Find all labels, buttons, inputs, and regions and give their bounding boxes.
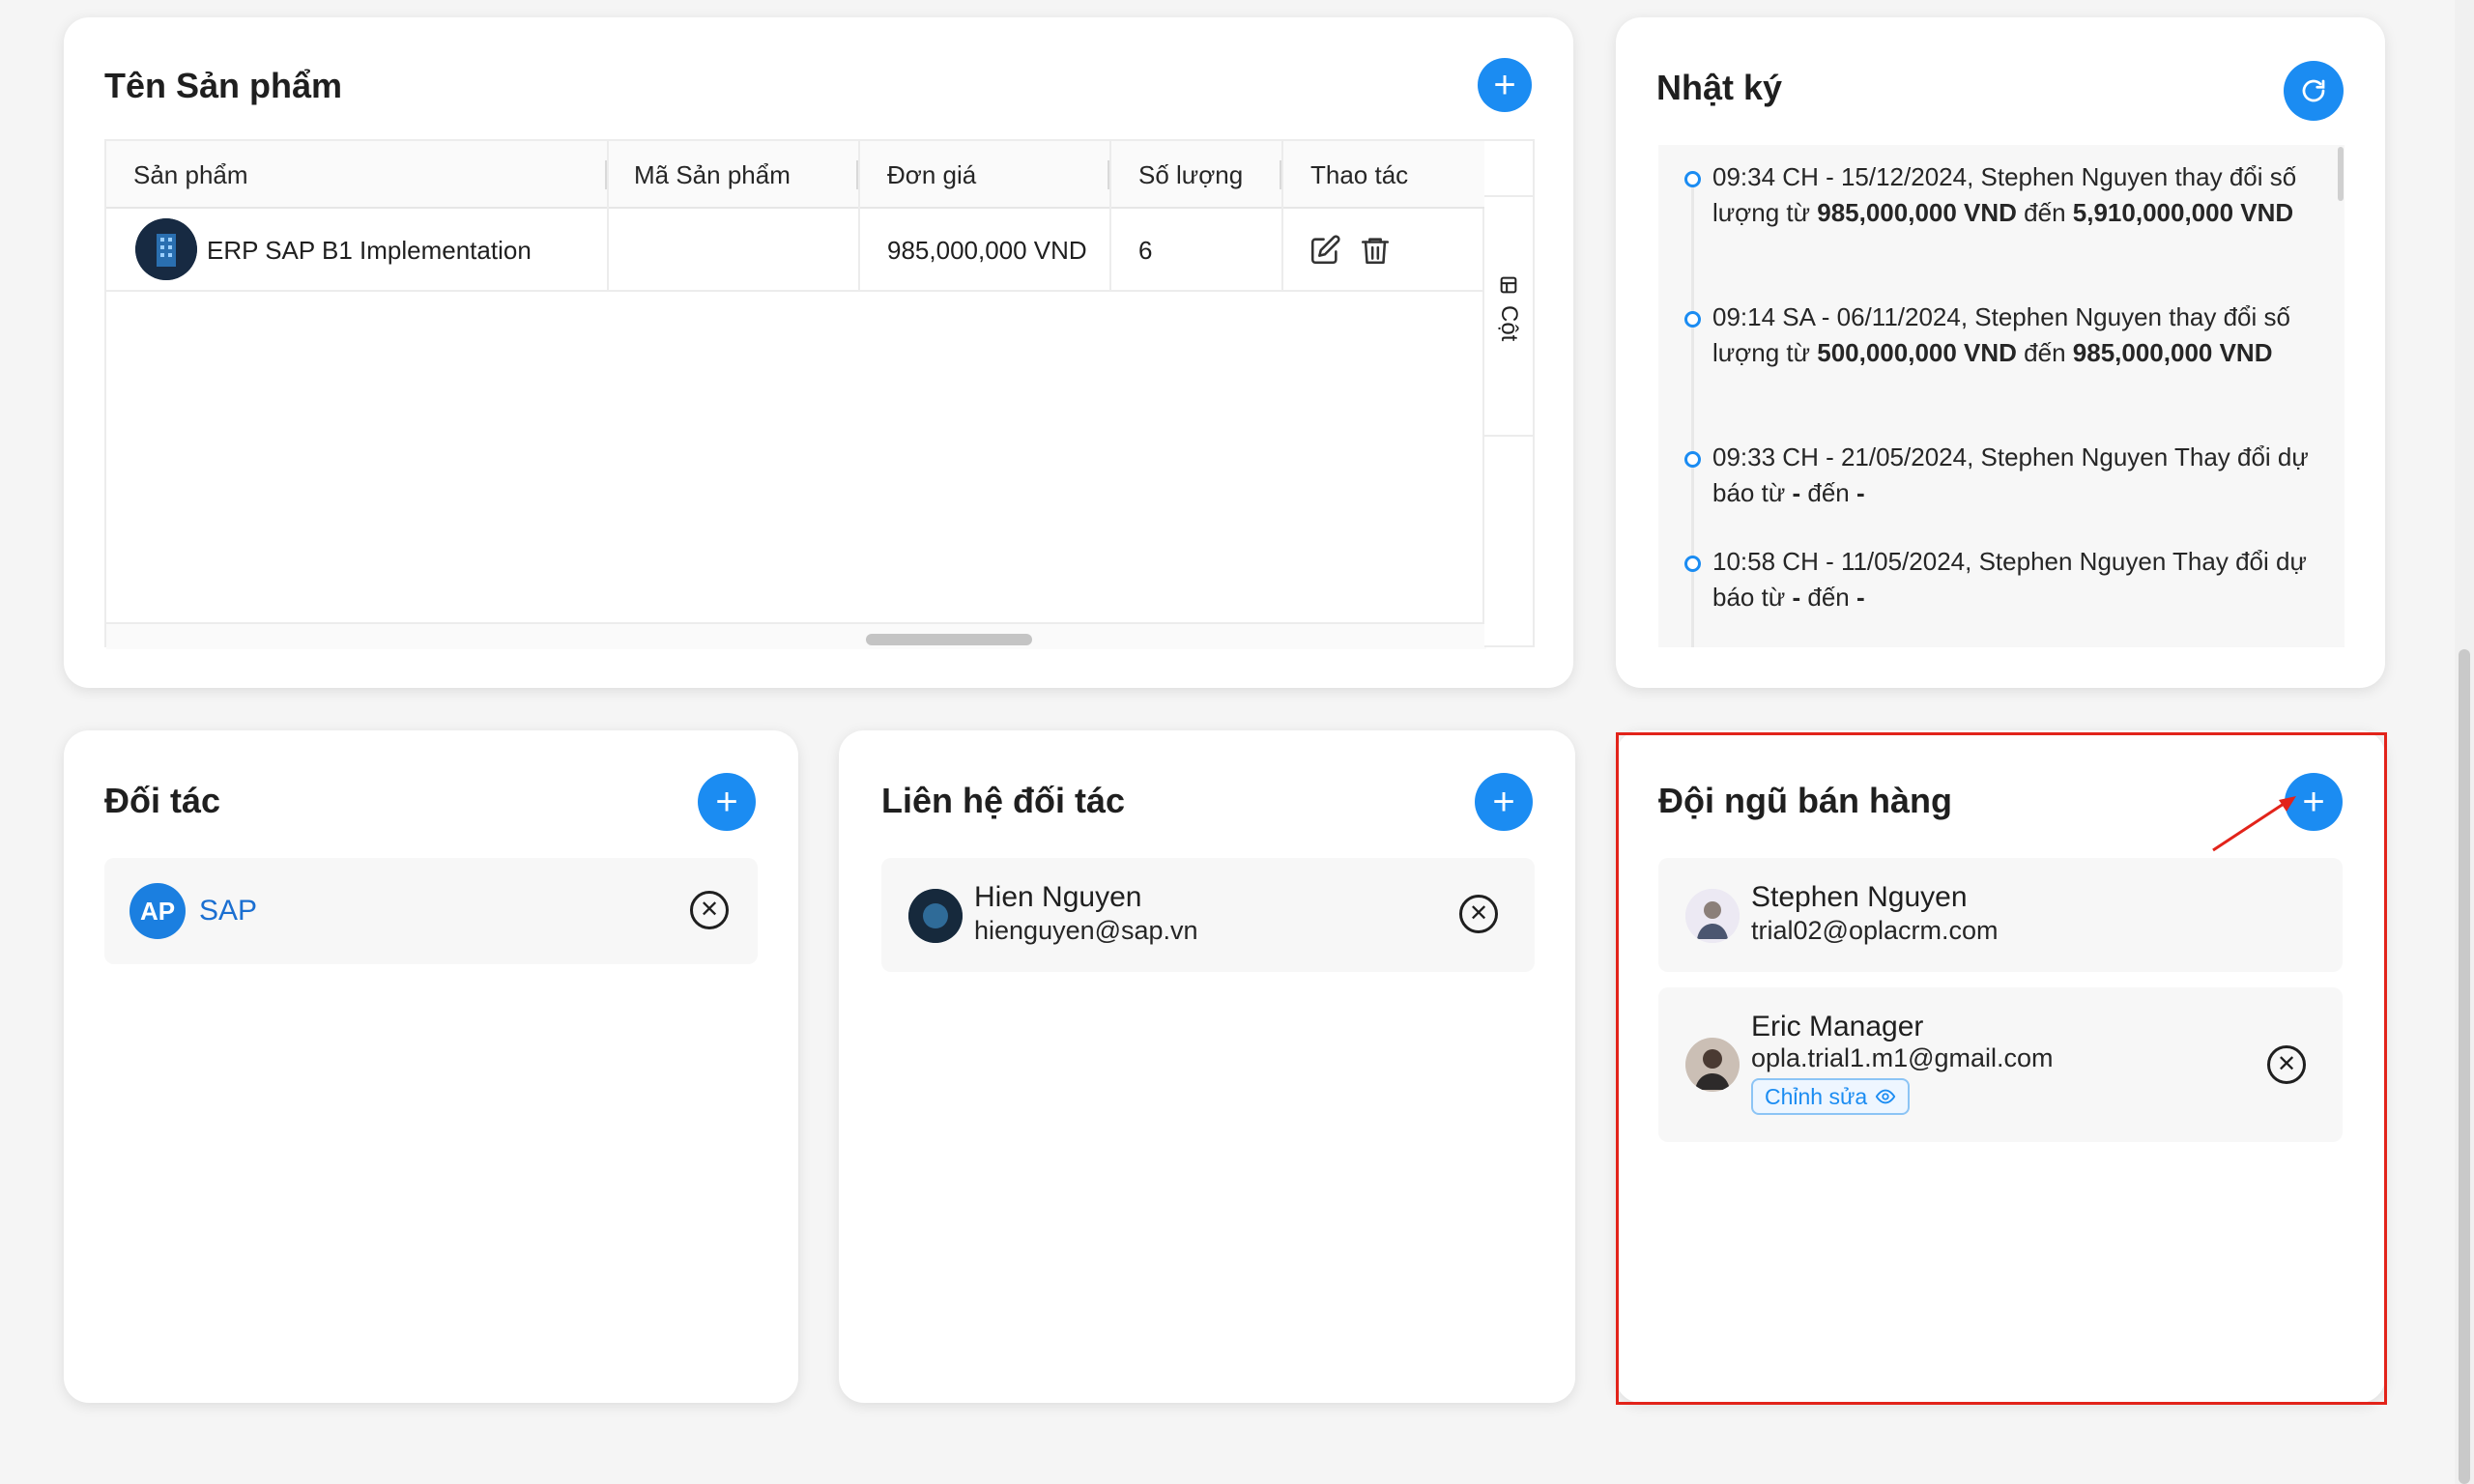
column-toggle-panel: Cột	[1484, 139, 1535, 647]
timeline-dot	[1684, 451, 1701, 468]
plus-icon: +	[1493, 64, 1516, 106]
scrollbar-thumb[interactable]	[866, 634, 1032, 645]
contact-avatar	[908, 889, 963, 943]
product-quantity: 6	[1138, 235, 1153, 265]
column-header-price[interactable]: Đơn giá	[887, 141, 976, 209]
products-table-body: Sản phẩm Mã Sản phẩm Đơn giá Số lượng Th…	[104, 139, 1486, 649]
log-entry: 09:33 CH - 21/05/2024, Stephen Nguyen Th…	[1712, 442, 2309, 507]
log-list[interactable]: 09:34 CH - 15/12/2024, Stephen Nguyen th…	[1658, 145, 2345, 647]
person-icon	[908, 889, 963, 943]
column-line	[1281, 141, 1283, 292]
remove-contact-button[interactable]: ✕	[1459, 895, 1498, 933]
column-header-quantity[interactable]: Số lượng	[1138, 141, 1243, 209]
partners-card: Đối tác + AP SAP ✕	[64, 730, 798, 1403]
refresh-button[interactable]	[2284, 61, 2344, 121]
column-header-code[interactable]: Mã Sản phẩm	[634, 141, 791, 209]
column-header-actions: Thao tác	[1310, 159, 1409, 189]
close-icon: ✕	[699, 897, 720, 923]
log-entry: 10:58 CH - 11/05/2024, Stephen Nguyen Th…	[1712, 547, 2307, 612]
log-scrollbar[interactable]	[2338, 147, 2344, 201]
table-header: Sản phẩm Mã Sản phẩm Đơn giá Số lượng Th…	[106, 141, 1486, 209]
remove-partner-button[interactable]: ✕	[690, 891, 729, 929]
column-line	[607, 141, 609, 292]
plus-icon: +	[715, 781, 738, 823]
contact-email: hienguyen@sap.vn	[974, 916, 1198, 945]
product-price: 985,000,000 VND	[887, 235, 1087, 265]
log-title: Nhật ký	[1656, 68, 1783, 107]
close-icon: ✕	[1468, 900, 1489, 927]
trash-icon[interactable]	[1359, 209, 1392, 292]
products-title: Tên Sản phẩm	[104, 66, 343, 105]
product-name: ERP SAP B1 Implementation	[207, 235, 532, 265]
page-scrollbar-thumb[interactable]	[2459, 649, 2470, 1484]
column-line	[858, 141, 860, 292]
arrow-annotation	[2212, 796, 2296, 852]
building-icon	[135, 218, 197, 280]
horizontal-scrollbar[interactable]	[106, 622, 1486, 649]
partner-name[interactable]: SAP	[199, 895, 257, 928]
page-scrollbar[interactable]	[2455, 0, 2474, 1484]
contact-name: Hien Nguyen	[974, 881, 1142, 913]
add-partner-button[interactable]: +	[698, 773, 756, 831]
log-entry: 09:14 SA - 06/11/2024, Stephen Nguyen th…	[1712, 302, 2290, 367]
partner-contacts-card: Liên hệ đối tác + Hien Nguyen hienguyen@…	[839, 730, 1575, 1403]
timeline-dot	[1684, 171, 1701, 187]
partners-title: Đối tác	[104, 781, 221, 820]
column-toggle-button[interactable]: Cột	[1484, 195, 1533, 437]
refresh-icon	[2302, 79, 2325, 102]
sap-logo: AP	[129, 883, 186, 939]
log-entry: 09:34 CH - 15/12/2024, Stephen Nguyen th…	[1712, 162, 2297, 227]
column-toggle-label: Cột	[1496, 305, 1522, 342]
product-avatar	[135, 218, 197, 280]
timeline-dot	[1684, 311, 1701, 328]
partner-item[interactable]: AP SAP ✕	[104, 858, 758, 964]
edit-icon[interactable]	[1309, 209, 1341, 292]
partner-contacts-title: Liên hệ đối tác	[881, 781, 1126, 820]
table-icon	[1500, 276, 1517, 294]
table-row[interactable]: ERP SAP B1 Implementation 985,000,000 VN…	[106, 209, 1486, 292]
add-product-button[interactable]: +	[1478, 58, 1532, 112]
timeline-dot	[1684, 556, 1701, 572]
add-contact-button[interactable]: +	[1475, 773, 1533, 831]
timeline-line	[1691, 178, 1694, 647]
column-line	[1109, 141, 1111, 292]
column-header-product[interactable]: Sản phẩm	[133, 141, 248, 209]
plus-icon: +	[1492, 781, 1515, 823]
products-card: Tên Sản phẩm + Sản phẩm Mã Sản phẩm Đơn …	[64, 17, 1573, 688]
contact-item[interactable]: Hien Nguyen hienguyen@sap.vn ✕	[881, 858, 1535, 972]
products-table: Sản phẩm Mã Sản phẩm Đơn giá Số lượng Th…	[104, 139, 1535, 649]
